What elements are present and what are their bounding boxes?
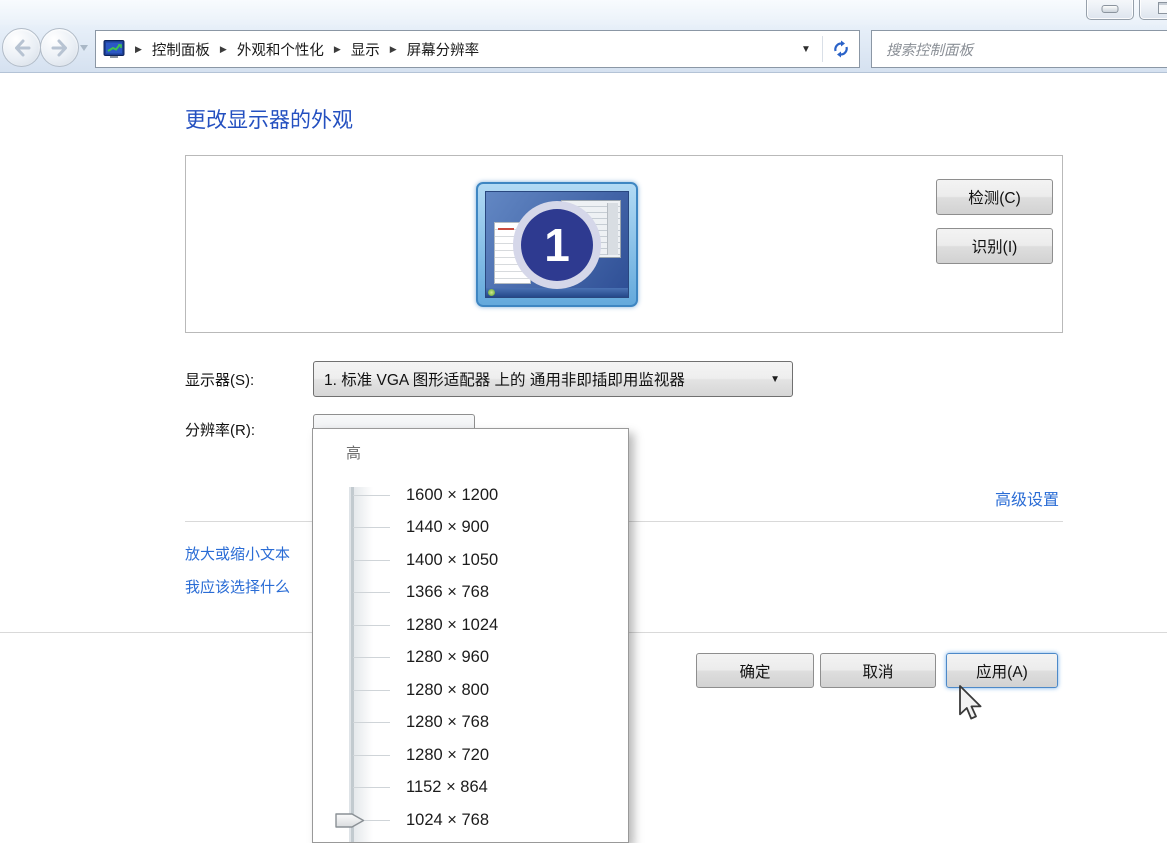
link-advanced-settings[interactable]: 高级设置 (995, 486, 1059, 510)
address-dropdown-icon[interactable]: ▼ (790, 44, 822, 55)
resolution-option-label: 1440 × 900 (406, 518, 489, 537)
slider-tick (353, 625, 390, 626)
page-title: 更改显示器的外观 (185, 104, 353, 134)
resolution-option[interactable]: 1366 × 768 (353, 577, 622, 610)
forward-button[interactable] (40, 28, 79, 67)
address-bar[interactable]: ▶ 控制面板 ▶ 外观和个性化 ▶ 显示 ▶ 屏幕分辨率 ▼ (95, 30, 860, 68)
breadcrumb-screen-resolution[interactable]: 屏幕分辨率 (407, 39, 480, 60)
resolution-option[interactable]: 1024 × 768 (353, 804, 622, 837)
resolution-label: 分辨率(R): (185, 419, 255, 440)
ok-button[interactable]: 确定 (696, 653, 814, 688)
breadcrumb-control-panel[interactable]: 控制面板 (152, 39, 210, 60)
monitor-preview[interactable]: 1 (476, 182, 638, 307)
slider-tick (353, 592, 390, 593)
resolution-option-label: 1600 × 1200 (406, 486, 498, 505)
back-arrow-icon (10, 36, 34, 60)
slider-tick (353, 690, 390, 691)
resolution-option[interactable]: 1600 × 1200 (353, 479, 622, 512)
slider-tick (353, 495, 390, 496)
back-button[interactable] (2, 28, 41, 67)
resolution-option-label: 1366 × 768 (406, 583, 489, 602)
chevron-down-icon: ▼ (770, 374, 780, 385)
search-input[interactable]: 搜索控制面板 (871, 30, 1167, 68)
resolution-option[interactable]: 1280 × 720 (353, 739, 622, 772)
mini-taskbar-icon (486, 288, 628, 297)
identify-button[interactable]: 识别(I) (936, 228, 1053, 264)
navigation-toolbar: ▶ 控制面板 ▶ 外观和个性化 ▶ 显示 ▶ 屏幕分辨率 ▼ 搜索控制面板 (0, 25, 1167, 73)
resolution-option-label: 1280 × 768 (406, 713, 489, 732)
slider-tick (353, 755, 390, 756)
display-label: 显示器(S): (185, 369, 254, 390)
display-monitor-icon (103, 40, 125, 59)
apply-button[interactable]: 应用(A) (946, 653, 1058, 688)
maximize-button[interactable] (1139, 0, 1167, 20)
breadcrumb-display[interactable]: 显示 (351, 39, 380, 60)
breadcrumb-arrow-icon: ▶ (135, 44, 142, 55)
resolution-option[interactable]: 1152 × 864 (353, 772, 622, 805)
link-resize-text[interactable]: 放大或缩小文本 (185, 543, 290, 564)
monitor-preview-box: 1 检测(C) 识别(I) (185, 155, 1063, 333)
resolution-option-label: 1280 × 800 (406, 681, 489, 700)
resolution-option-label: 1024 × 768 (406, 811, 489, 830)
breadcrumb-arrow-icon: ▶ (390, 44, 397, 55)
resolution-option-label: 1280 × 1024 (406, 616, 498, 635)
start-orb-icon (488, 289, 495, 296)
recent-pages-chevron-icon[interactable] (80, 45, 88, 55)
minimize-icon (1102, 5, 1119, 13)
slider-tick (353, 560, 390, 561)
resolution-option[interactable]: 1400 × 1050 (353, 544, 622, 577)
breadcrumb-arrow-icon: ▶ (220, 44, 227, 55)
breadcrumb-appearance[interactable]: 外观和个性化 (237, 39, 324, 60)
resolution-high-label: 高 (346, 442, 361, 463)
resolution-option-label: 1400 × 1050 (406, 551, 498, 570)
slider-tick (353, 527, 390, 528)
resolution-option[interactable]: 1280 × 768 (353, 707, 622, 740)
link-what-display-settings[interactable]: 我应该选择什么 (185, 576, 290, 597)
resolution-option[interactable]: 1440 × 900 (353, 512, 622, 545)
slider-tick (353, 657, 390, 658)
resolution-option[interactable]: 1280 × 1024 (353, 609, 622, 642)
breadcrumb-arrow-icon: ▶ (334, 44, 341, 55)
resolution-dropdown-panel: 高 1600 × 1200 1440 × 900 1400 × 1050 1366 ×… (312, 428, 629, 843)
maximize-icon (1158, 2, 1167, 14)
resolution-option-label: 1280 × 720 (406, 746, 489, 765)
resolution-list: 1600 × 1200 1440 × 900 1400 × 1050 1366 × 7… (353, 479, 622, 837)
forward-arrow-icon (48, 36, 72, 60)
refresh-icon (831, 39, 851, 59)
slider-tick (353, 787, 390, 788)
slider-tick (353, 722, 390, 723)
display-select[interactable]: 1. 标准 VGA 图形适配器 上的 通用非即插即用监视器 ▼ (313, 361, 793, 397)
display-select-value: 1. 标准 VGA 图形适配器 上的 通用非即插即用监视器 (324, 368, 685, 390)
search-placeholder: 搜索控制面板 (886, 39, 973, 60)
monitor-number-badge: 1 (513, 201, 601, 289)
mouse-cursor (958, 684, 984, 727)
cancel-button[interactable]: 取消 (820, 653, 936, 688)
monitor-screen: 1 (485, 191, 629, 298)
resolution-option[interactable]: 1280 × 960 (353, 642, 622, 675)
resolution-option-label: 1152 × 864 (406, 778, 488, 797)
minimize-button[interactable] (1086, 0, 1134, 20)
resolution-option[interactable]: 1280 × 800 (353, 674, 622, 707)
detect-button[interactable]: 检测(C) (936, 179, 1053, 215)
resolution-option-label: 1280 × 960 (406, 648, 489, 667)
slider-thumb[interactable] (334, 812, 366, 829)
refresh-button[interactable] (823, 31, 859, 67)
window-titlebar (0, 0, 1167, 25)
